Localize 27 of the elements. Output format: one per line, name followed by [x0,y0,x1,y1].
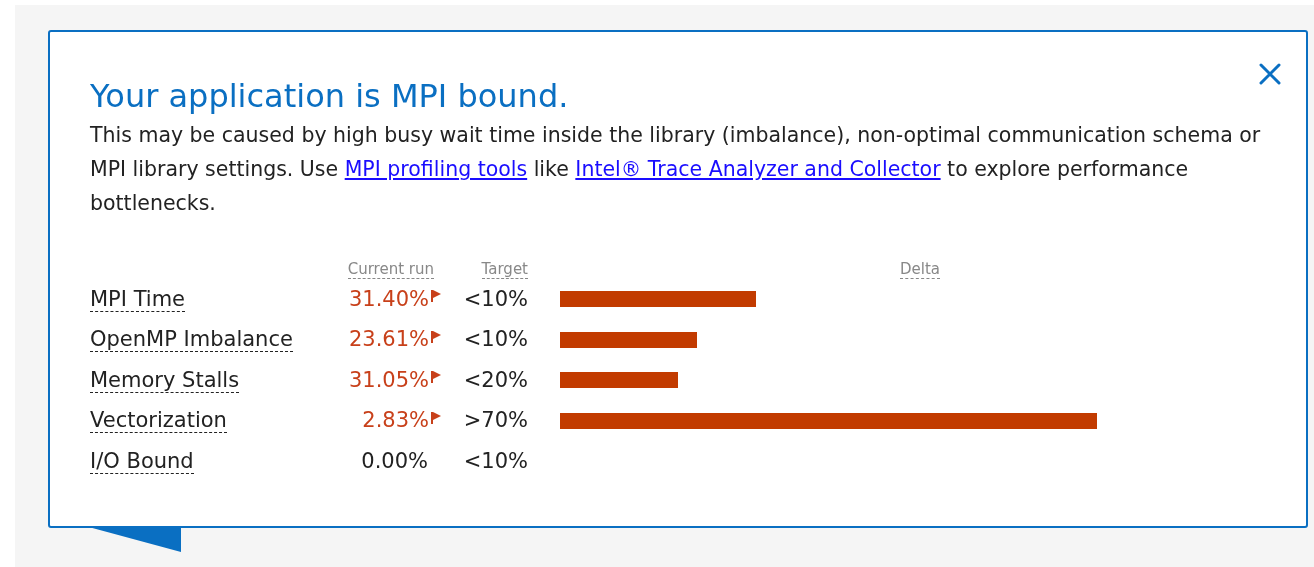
current-value: 0.00% [361,447,429,475]
description-text: This may be caused by high busy wait time inside the library (imbalance), non-optimal communication schema or MPI library settings. Use MPI profiling tools like Intel® Trace Analyzer and Collector to explore performance bottlenecks. [90,122,1262,217]
flag-icon [430,410,442,425]
target-value: <10% [463,285,528,313]
metric-name: Vectorization [90,408,227,434]
column-header: Current run [347,260,434,279]
flag-icon [430,329,442,344]
current-value: 31.40% [348,285,429,313]
column-header: Delta [900,260,940,279]
target-value: <20% [463,366,528,394]
dialog-title: Your application is MPI bound. [90,76,570,116]
current-value: 2.83% [362,407,429,434]
metric-name: MPI Time [90,286,186,312]
target-value: <10% [463,447,528,475]
current-value: 31.05% [348,366,429,394]
target-value: >70% [463,407,528,434]
close-icon [1258,62,1282,86]
flag-icon [430,370,442,385]
link[interactable]: MPI profiling tools [344,157,528,181]
metric-name: I/O Bound [90,448,194,474]
link[interactable]: Intel® Trace Analyzer and Collector [575,157,941,181]
metric-name: Memory Stalls [90,367,240,393]
metric-name: OpenMP Imbalance [90,327,293,353]
target-value: <10% [463,326,528,353]
column-header: Target [481,260,528,279]
current-value: 23.61% [348,326,429,353]
flag-icon [430,289,442,304]
